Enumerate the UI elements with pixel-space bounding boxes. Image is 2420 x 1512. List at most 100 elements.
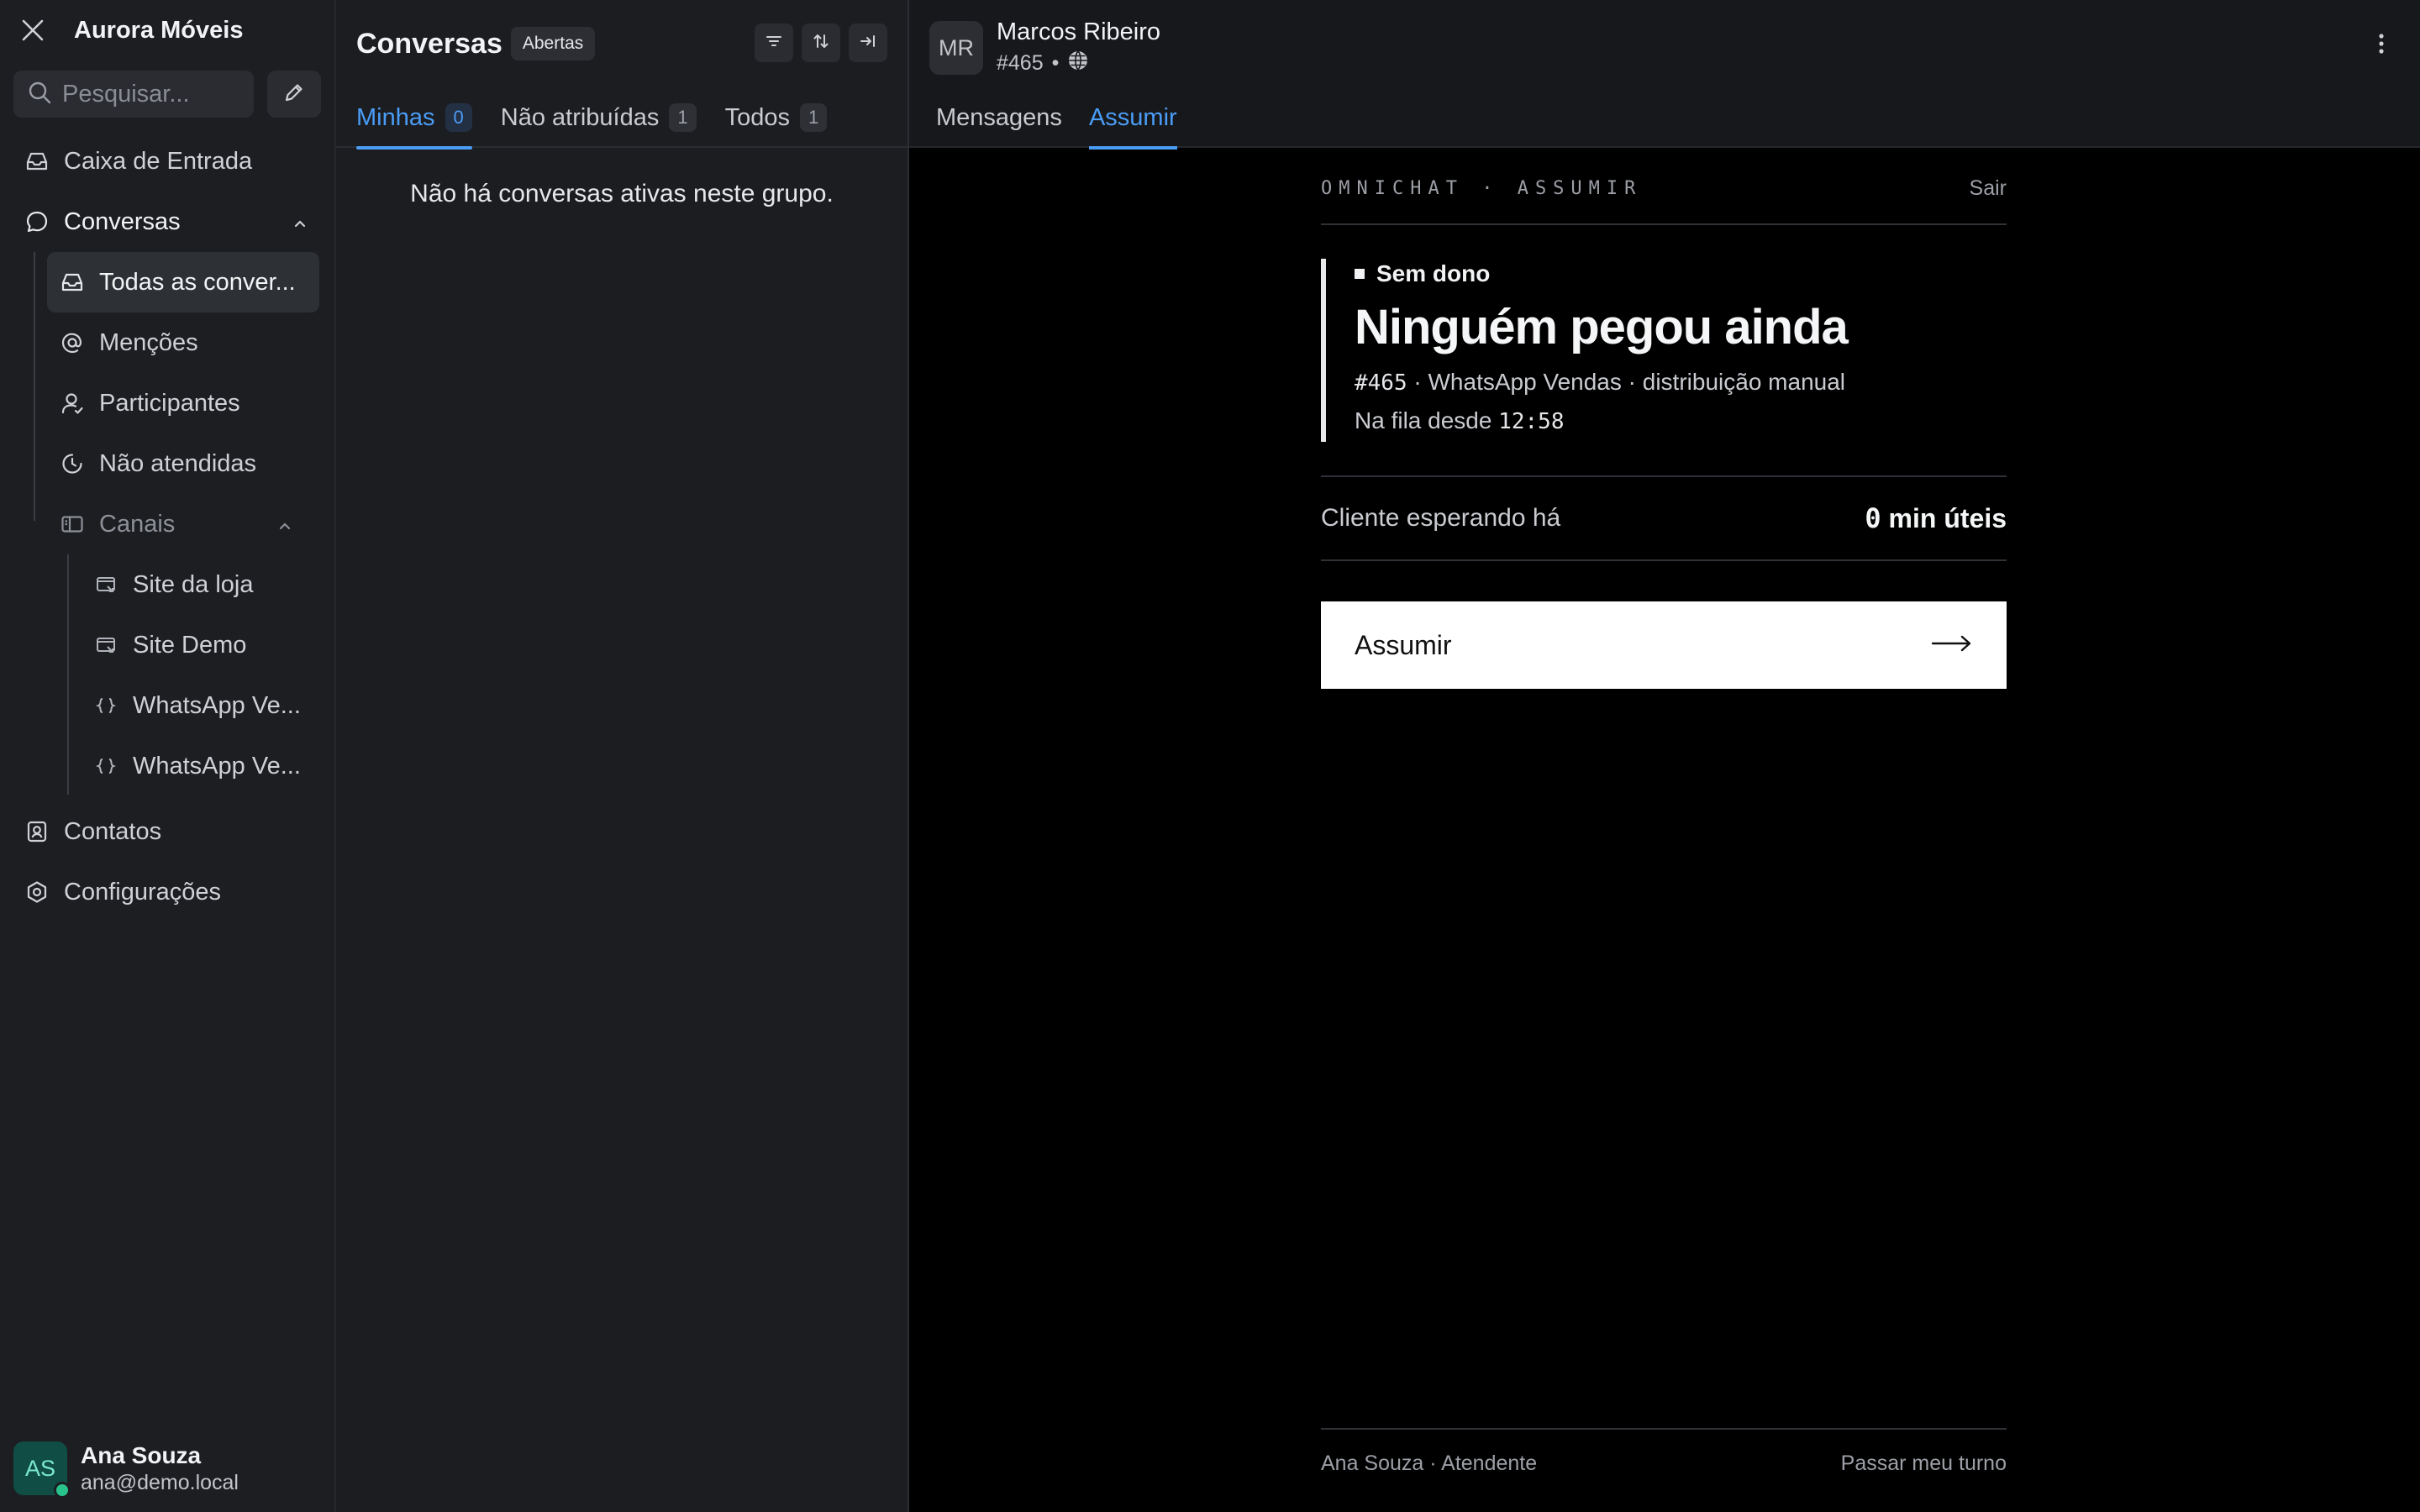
arrow-right-icon: [1931, 633, 1973, 658]
conversation-meta-text: · WhatsApp Vendas · distribuição manual: [1407, 369, 1846, 395]
wait-number: 0: [1865, 502, 1881, 534]
tab-label: Minhas: [356, 103, 435, 131]
pass-turn-link[interactable]: Passar meu turno: [1841, 1452, 2007, 1476]
search-row: [0, 60, 334, 121]
divider: [1321, 1428, 2007, 1430]
chevron-up-icon[interactable]: [276, 514, 294, 542]
sidebar-item-settings[interactable]: Configurações: [0, 862, 334, 922]
filter-button[interactable]: [755, 24, 793, 62]
contact-header[interactable]: MR Marcos Ribeiro #465 •: [929, 18, 1160, 77]
status-title: Ninguém pegou ainda: [1355, 300, 1849, 354]
tab-count: 1: [800, 103, 828, 132]
sidebar-item-contacts[interactable]: Contatos: [0, 801, 334, 862]
settings-icon: [24, 879, 50, 906]
channels-list: Site da loja Site Demo WhatsApp Ve... Wh…: [0, 554, 334, 796]
sidebar-item-participants[interactable]: Participantes: [47, 373, 319, 433]
sidebar-header: Aurora Móveis: [0, 0, 334, 60]
app-window: Aurora Móveis Caixa de Entrada: [0, 0, 2420, 1512]
agent-role: Ana Souza · Atendente: [1321, 1452, 1538, 1475]
conversation-list-panel: Conversas Abertas Minhas 0 Não atribuída…: [336, 0, 909, 1512]
sidebar-item-channels[interactable]: Canais: [47, 494, 319, 554]
sidebar-item-label: Canais: [99, 510, 176, 538]
contact-name: Marcos Ribeiro: [997, 18, 1160, 45]
tab-all[interactable]: Todos 1: [725, 87, 828, 148]
tab-messages[interactable]: Mensagens: [936, 87, 1062, 148]
conversations-subnav: Todas as conver... Menções Participantes: [0, 252, 334, 796]
sort-button[interactable]: [802, 24, 840, 62]
tab-unassigned[interactable]: Não atribuídas 1: [501, 87, 697, 148]
sidebar-item-all-conversations[interactable]: Todas as conver...: [47, 252, 319, 312]
search-box[interactable]: [13, 71, 254, 118]
sidebar-item-label: Não atendidas: [99, 449, 257, 477]
sidebar-item-label: Menções: [99, 328, 198, 356]
channel-label: WhatsApp Ve...: [133, 691, 301, 719]
brand-name: Aurora Móveis: [74, 16, 244, 44]
sidebar-item-unattended[interactable]: Não atendidas: [47, 433, 319, 494]
detail-tabs: Mensagens Assumir: [936, 87, 1204, 150]
inbox-icon: [59, 269, 86, 296]
search-icon: [27, 80, 52, 109]
assume-button[interactable]: Assumir: [1321, 601, 2007, 689]
user-name: Ana Souza: [81, 1441, 202, 1468]
at-sign-icon: [59, 329, 86, 356]
channel-label: Site Demo: [133, 631, 247, 659]
sidebar: Aurora Móveis Caixa de Entrada: [0, 0, 336, 1512]
avatar-initials: MR: [939, 34, 974, 60]
channel-label: WhatsApp Ve...: [133, 752, 301, 780]
conversation-id: #465: [1355, 370, 1407, 396]
wait-unit: min úteis: [1881, 503, 2007, 533]
more-options-icon[interactable]: [2376, 30, 2386, 61]
avatar: AS: [13, 1441, 71, 1499]
sidebar-item-channel[interactable]: Site da loja: [81, 554, 319, 615]
arrow-to-right-icon: [858, 31, 878, 55]
conversation-id: #465: [997, 51, 1044, 75]
user-email: ana@demo.local: [81, 1470, 239, 1494]
panel-kicker: OMNICHAT · ASSUMIR: [1321, 178, 1643, 199]
tab-mine[interactable]: Minhas 0: [356, 87, 472, 150]
inbox-icon: [24, 148, 50, 175]
list-header: Conversas Abertas: [336, 0, 908, 87]
avatar-initials: AS: [24, 1455, 56, 1481]
sidebar-item-mentions[interactable]: Menções: [47, 312, 319, 373]
close-icon[interactable]: [17, 14, 49, 46]
conversation-header: MR Marcos Ribeiro #465 • Mensagens Assum…: [909, 0, 2420, 150]
collapse-panel-button[interactable]: [849, 24, 887, 62]
contact-info: Marcos Ribeiro #465 •: [997, 18, 1160, 77]
panel-footer: Ana Souza · Atendente Passar meu turno: [1321, 1452, 2007, 1476]
queue-time: 12:58: [1498, 409, 1565, 434]
divider: [1321, 559, 2007, 561]
contacts-icon: [24, 818, 50, 845]
tab-count: 1: [669, 103, 697, 132]
tab-count: 0: [445, 103, 472, 132]
current-user[interactable]: AS Ana Souza ana@demo.local: [13, 1441, 239, 1499]
search-input[interactable]: [62, 80, 247, 108]
channel-label: Site da loja: [133, 570, 254, 598]
exit-link[interactable]: Sair: [1970, 176, 2007, 201]
tree-guide-line: [67, 554, 69, 795]
sidebar-item-conversations[interactable]: Conversas: [0, 192, 334, 252]
panel-topbar: OMNICHAT · ASSUMIR Sair: [1321, 176, 2007, 201]
sidebar-item-inbox[interactable]: Caixa de Entrada: [0, 131, 334, 192]
divider: [1321, 223, 2007, 225]
sidebar-item-channel[interactable]: WhatsApp Ve...: [81, 675, 319, 736]
sort-arrows-icon: [811, 31, 831, 55]
contact-meta: #465 •: [997, 50, 1160, 77]
sidebar-item-label: Todas as conver...: [99, 268, 296, 296]
api-braces-icon: [92, 753, 119, 780]
sidebar-item-channel[interactable]: WhatsApp Ve...: [81, 736, 319, 796]
assume-button-label: Assumir: [1355, 629, 1452, 660]
queue-label: Na fila desde: [1355, 407, 1499, 433]
tab-assume[interactable]: Assumir: [1088, 87, 1177, 150]
queue-info: Na fila desde 12:58: [1355, 407, 2007, 434]
sidebar-item-channel[interactable]: Site Demo: [81, 615, 319, 675]
list-title: Conversas: [356, 27, 502, 60]
website-icon: [92, 632, 119, 659]
separator-dot: •: [1051, 51, 1060, 75]
user-icon: [59, 390, 86, 417]
status-filter-badge[interactable]: Abertas: [510, 27, 596, 60]
chevron-up-icon[interactable]: [291, 212, 309, 239]
conversation-meta: #465 · WhatsApp Vendas · distribuição ma…: [1355, 369, 2007, 396]
ownership-status: Sem dono Ninguém pegou ainda #465 · What…: [1321, 259, 2007, 442]
wait-time-row: Cliente esperando há 0 min úteis: [1321, 477, 2007, 559]
compose-button[interactable]: [267, 71, 321, 118]
